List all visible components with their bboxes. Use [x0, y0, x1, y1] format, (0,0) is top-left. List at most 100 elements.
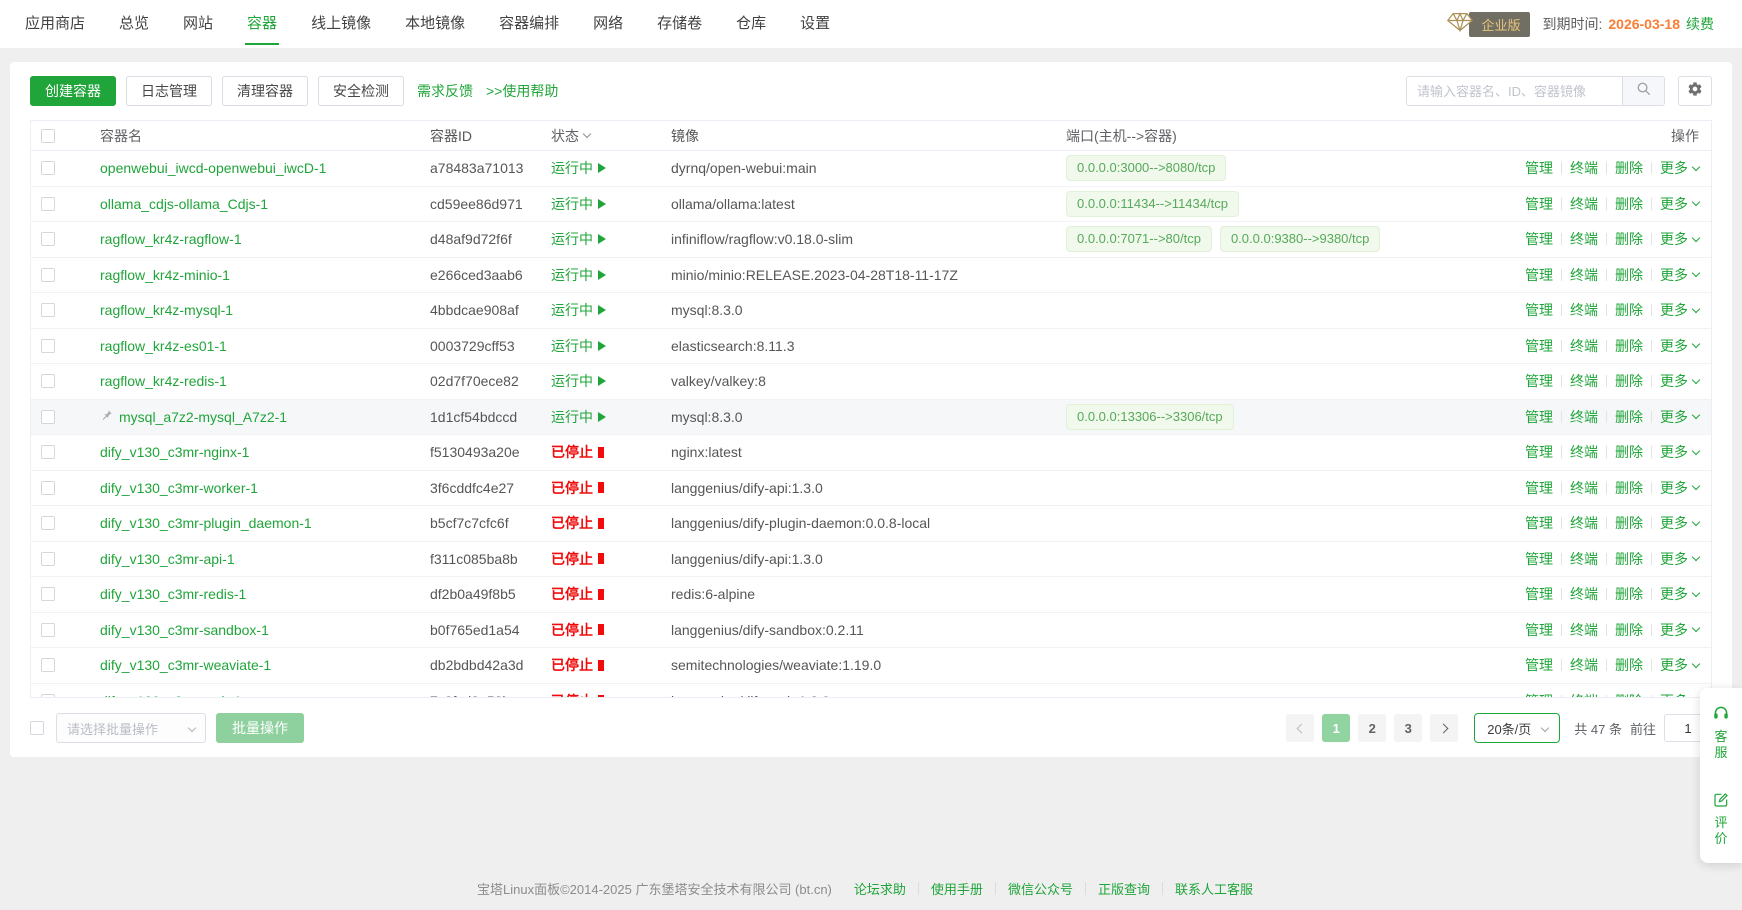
action-terminal[interactable]: 终端	[1570, 691, 1598, 697]
action-manage[interactable]: 管理	[1525, 265, 1553, 285]
row-checkbox[interactable]	[41, 268, 55, 282]
action-terminal[interactable]: 终端	[1570, 265, 1598, 285]
action-delete[interactable]: 删除	[1615, 584, 1643, 604]
container-name-link[interactable]: dify_v130_c3mr-plugin_daemon-1	[100, 515, 312, 531]
action-delete[interactable]: 删除	[1615, 620, 1643, 640]
action-delete[interactable]: 删除	[1615, 194, 1643, 214]
action-manage[interactable]: 管理	[1525, 478, 1553, 498]
settings-button[interactable]	[1678, 76, 1712, 106]
container-name-link[interactable]: ragflow_kr4z-minio-1	[100, 267, 230, 283]
row-checkbox[interactable]	[41, 161, 55, 175]
action-terminal[interactable]: 终端	[1570, 620, 1598, 640]
help-link[interactable]: >>使用帮助	[486, 81, 558, 101]
action-more[interactable]: 更多	[1660, 265, 1699, 285]
action-more[interactable]: 更多	[1660, 300, 1699, 320]
row-checkbox[interactable]	[41, 374, 55, 388]
action-more[interactable]: 更多	[1660, 194, 1699, 214]
page-size-select[interactable]: 20条/页	[1474, 713, 1560, 743]
container-name-link[interactable]: dify_v130_c3mr-api-1	[100, 551, 235, 567]
nav-tab-9[interactable]: 存储卷	[657, 0, 702, 48]
action-delete[interactable]: 删除	[1615, 691, 1643, 697]
status-badge[interactable]: 已停止	[551, 442, 604, 462]
page-button-2[interactable]: 2	[1358, 714, 1386, 742]
status-badge[interactable]: 已停止	[551, 691, 604, 697]
row-checkbox[interactable]	[41, 658, 55, 672]
batch-action-select[interactable]: 请选择批量操作	[56, 713, 206, 743]
action-manage[interactable]: 管理	[1525, 407, 1553, 427]
status-badge[interactable]: 运行中	[551, 158, 606, 178]
action-delete[interactable]: 删除	[1615, 300, 1643, 320]
action-manage[interactable]: 管理	[1525, 655, 1553, 675]
action-manage[interactable]: 管理	[1525, 513, 1553, 533]
status-badge[interactable]: 运行中	[551, 407, 606, 427]
action-delete[interactable]: 删除	[1615, 549, 1643, 569]
action-manage[interactable]: 管理	[1525, 620, 1553, 640]
action-terminal[interactable]: 终端	[1570, 549, 1598, 569]
row-checkbox[interactable]	[41, 516, 55, 530]
action-terminal[interactable]: 终端	[1570, 407, 1598, 427]
container-name-link[interactable]: dify_v130_c3mr-nginx-1	[100, 444, 249, 460]
action-terminal[interactable]: 终端	[1570, 371, 1598, 391]
feedback-link[interactable]: 需求反馈	[417, 81, 473, 101]
rate-button[interactable]: 评价	[1713, 788, 1729, 852]
action-more[interactable]: 更多	[1660, 442, 1699, 462]
renew-link[interactable]: 续费	[1686, 14, 1714, 34]
status-badge[interactable]: 运行中	[551, 300, 606, 320]
nav-tab-5[interactable]: 线上镜像	[311, 0, 371, 48]
container-name-link[interactable]: mysql_a7z2-mysql_A7z2-1	[119, 409, 287, 425]
action-delete[interactable]: 删除	[1615, 655, 1643, 675]
customer-service-button[interactable]: 客服	[1712, 700, 1730, 766]
batch-select-all-checkbox[interactable]	[30, 721, 44, 735]
row-checkbox[interactable]	[41, 303, 55, 317]
action-manage[interactable]: 管理	[1525, 336, 1553, 356]
page-button-1[interactable]: 1	[1322, 714, 1350, 742]
container-name-link[interactable]: ragflow_kr4z-ragflow-1	[100, 231, 242, 247]
row-checkbox[interactable]	[41, 481, 55, 495]
status-badge[interactable]: 已停止	[551, 655, 604, 675]
action-manage[interactable]: 管理	[1525, 549, 1553, 569]
action-more[interactable]: 更多	[1660, 229, 1699, 249]
action-delete[interactable]: 删除	[1615, 478, 1643, 498]
action-delete[interactable]: 删除	[1615, 158, 1643, 178]
action-manage[interactable]: 管理	[1525, 158, 1553, 178]
action-terminal[interactable]: 终端	[1570, 158, 1598, 178]
container-name-link[interactable]: ragflow_kr4z-es01-1	[100, 338, 227, 354]
footer-link-1[interactable]: 论坛求助	[854, 879, 906, 898]
action-terminal[interactable]: 终端	[1570, 442, 1598, 462]
action-more[interactable]: 更多	[1660, 371, 1699, 391]
action-delete[interactable]: 删除	[1615, 336, 1643, 356]
nav-tab-4[interactable]: 容器	[247, 0, 277, 48]
action-more[interactable]: 更多	[1660, 549, 1699, 569]
clean-container-button[interactable]: 清理容器	[222, 76, 308, 106]
search-button[interactable]	[1622, 77, 1664, 105]
header-status[interactable]: 状态	[529, 126, 648, 146]
footer-link-2[interactable]: 使用手册	[931, 879, 983, 898]
action-manage[interactable]: 管理	[1525, 300, 1553, 320]
action-terminal[interactable]: 终端	[1570, 655, 1598, 675]
action-delete[interactable]: 删除	[1615, 442, 1643, 462]
action-more[interactable]: 更多	[1660, 620, 1699, 640]
row-checkbox[interactable]	[41, 197, 55, 211]
nav-tab-7[interactable]: 容器编排	[499, 0, 559, 48]
container-name-link[interactable]: dify_v130_c3mr-sandbox-1	[100, 622, 269, 638]
container-name-link[interactable]: dify_v130_c3mr-weaviate-1	[100, 657, 271, 673]
footer-link-3[interactable]: 微信公众号	[1008, 879, 1073, 898]
action-manage[interactable]: 管理	[1525, 194, 1553, 214]
row-checkbox[interactable]	[41, 445, 55, 459]
action-more[interactable]: 更多	[1660, 513, 1699, 533]
page-button-3[interactable]: 3	[1394, 714, 1422, 742]
action-more[interactable]: 更多	[1660, 584, 1699, 604]
log-manage-button[interactable]: 日志管理	[126, 76, 212, 106]
action-terminal[interactable]: 终端	[1570, 584, 1598, 604]
footer-link-5[interactable]: 联系人工客服	[1175, 879, 1253, 898]
container-name-link[interactable]: openwebui_iwcd-openwebui_iwcD-1	[100, 160, 326, 176]
status-badge[interactable]: 已停止	[551, 584, 604, 604]
status-badge[interactable]: 运行中	[551, 371, 606, 391]
action-terminal[interactable]: 终端	[1570, 513, 1598, 533]
action-manage[interactable]: 管理	[1525, 371, 1553, 391]
action-manage[interactable]: 管理	[1525, 584, 1553, 604]
status-badge[interactable]: 运行中	[551, 229, 606, 249]
status-badge[interactable]: 运行中	[551, 336, 606, 356]
action-terminal[interactable]: 终端	[1570, 478, 1598, 498]
nav-tab-8[interactable]: 网络	[593, 0, 623, 48]
